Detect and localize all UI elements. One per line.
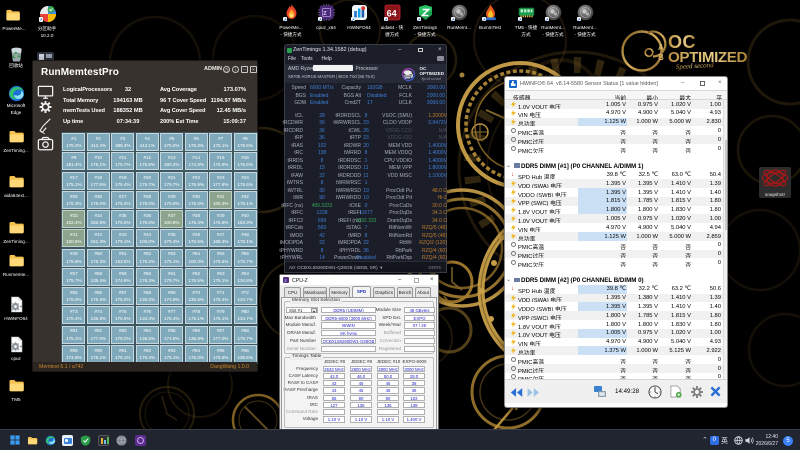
svg-text:A: A (658, 43, 664, 52)
svg-text:64: 64 (387, 9, 397, 19)
svg-text:Speed second: Speed second (676, 61, 715, 71)
svg-text:B: B (658, 53, 664, 62)
